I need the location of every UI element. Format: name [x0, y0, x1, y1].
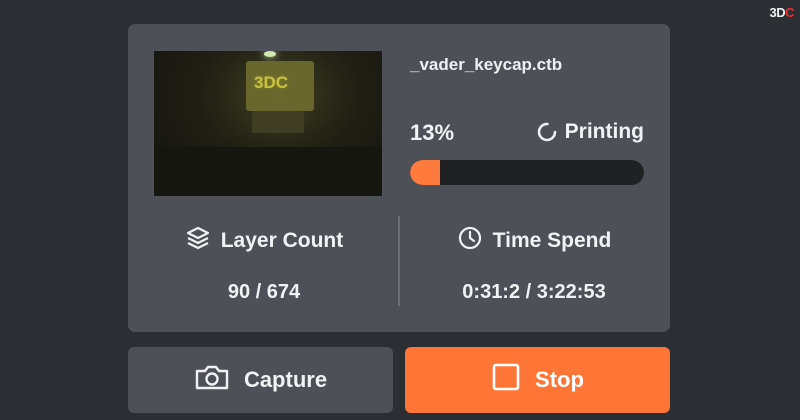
time-spend-header: Time Spend: [398, 225, 670, 257]
time-spend-value: 0:31:2 / 3:22:53: [462, 281, 606, 303]
logo-prefix: 3D: [769, 5, 786, 20]
clock-icon: [457, 225, 483, 257]
camera-preview[interactable]: 3DC: [154, 51, 382, 196]
capture-button[interactable]: Capture: [128, 347, 393, 413]
progress-bar: [410, 160, 644, 185]
camera-sign-text: 3DC: [254, 73, 289, 92]
layer-count-value: 90 / 674: [227, 281, 301, 303]
camera-icon: [194, 363, 230, 397]
camera-floor: [154, 147, 382, 196]
layers-icon: [185, 225, 211, 257]
capture-label: Capture: [243, 367, 328, 392]
spinner-icon: [536, 121, 558, 143]
stop-button[interactable]: Stop: [405, 347, 670, 413]
print-status-label: Printing: [564, 120, 644, 143]
logo-suffix: C: [785, 5, 794, 20]
stop-label: Stop: [535, 367, 584, 392]
print-status: Printing: [536, 120, 644, 144]
time-spend-label: Time Spend: [492, 229, 612, 252]
camera-lamp-glow: [264, 51, 276, 57]
brand-logo: 3DC: [769, 5, 794, 20]
progress-percent: 13%: [410, 120, 455, 145]
layer-count-stat: Layer Count 90 / 674: [128, 225, 400, 304]
time-spend-stat: Time Spend 0:31:2 / 3:22:53: [398, 225, 670, 304]
print-status-card: 3DC _vader_keycap.ctb 13% Printing Layer…: [128, 24, 670, 332]
layer-count-header: Layer Count: [128, 225, 400, 257]
file-name: _vader_keycap.ctb: [410, 55, 563, 74]
progress-bar-fill: [410, 160, 441, 185]
camera-printer-body: [252, 111, 304, 133]
layer-count-label: Layer Count: [220, 229, 344, 252]
stop-square-icon: [491, 362, 521, 398]
